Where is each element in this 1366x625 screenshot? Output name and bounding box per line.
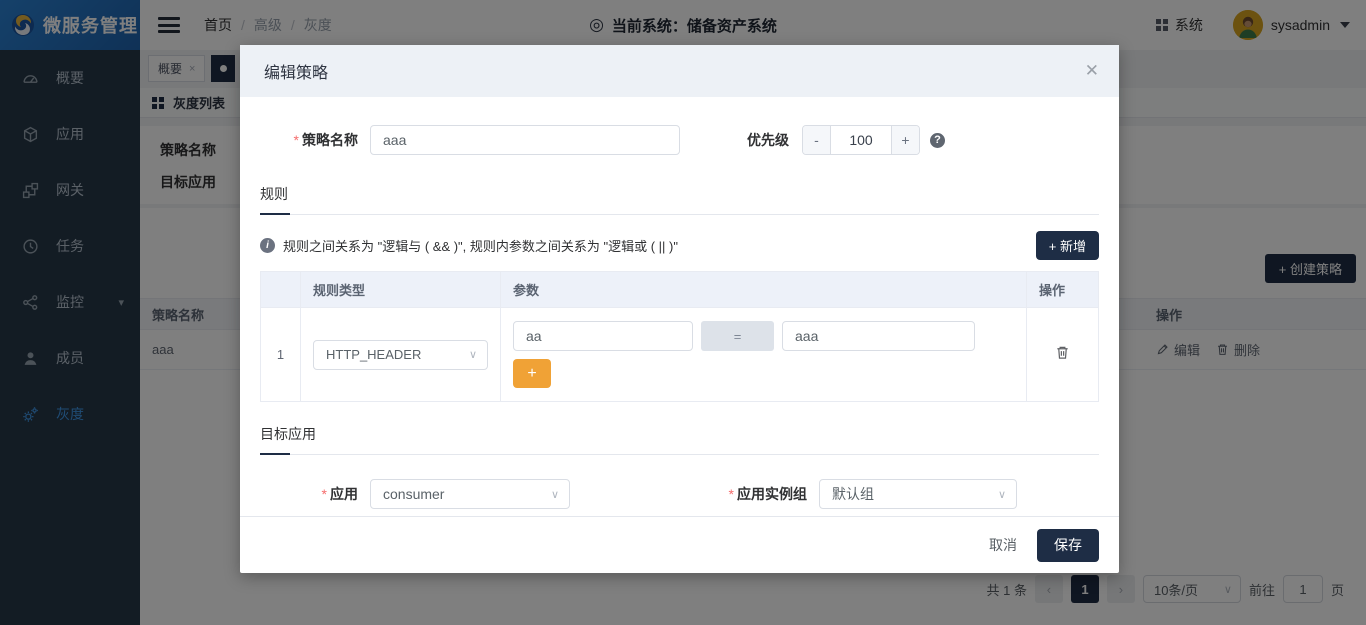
increase-button[interactable]: + bbox=[891, 126, 919, 154]
policy-name-row: *策略名称 优先级 - + ? bbox=[260, 125, 1099, 155]
required-star: * bbox=[322, 486, 327, 502]
index-column-header bbox=[261, 272, 301, 308]
required-star: * bbox=[729, 486, 734, 502]
target-section-tabs: 目标应用 bbox=[260, 424, 1099, 455]
help-icon[interactable]: ? bbox=[930, 133, 945, 148]
param-value-input[interactable] bbox=[782, 321, 975, 351]
cancel-button[interactable]: 取消 bbox=[977, 527, 1029, 563]
chevron-down-icon: ∨ bbox=[551, 488, 559, 501]
dialog-body: *策略名称 优先级 - + ? 规则 i 规则之间关系为 "逻辑与 ( && )… bbox=[240, 125, 1119, 509]
edit-policy-dialog: 编辑策略 ✕ *策略名称 优先级 - + ? 规则 i 规则之间关系为 "逻辑与… bbox=[240, 45, 1119, 573]
priority-input[interactable] bbox=[831, 126, 891, 154]
rule-row: 1 HTTP_HEADER ∨ = + bbox=[261, 308, 1099, 402]
save-button[interactable]: 保存 bbox=[1037, 529, 1099, 562]
instance-group-value: 默认组 bbox=[832, 484, 874, 504]
chevron-down-icon: ∨ bbox=[469, 348, 477, 361]
rule-type-column-header: 规则类型 bbox=[301, 272, 501, 308]
rules-section-tabs: 规则 bbox=[260, 184, 1099, 215]
rule-index: 1 bbox=[261, 308, 301, 402]
rules-table-header: 规则类型 参数 操作 bbox=[261, 272, 1099, 308]
chevron-down-icon: ∨ bbox=[998, 488, 1006, 501]
delete-rule-button[interactable] bbox=[1055, 345, 1070, 360]
rule-type-value: HTTP_HEADER bbox=[326, 347, 421, 362]
rule-type-cell: HTTP_HEADER ∨ bbox=[301, 308, 501, 402]
target-app-row: *应用 consumer ∨ *应用实例组 默认组 ∨ bbox=[260, 479, 1099, 509]
rule-action-cell bbox=[1027, 308, 1099, 402]
required-star: * bbox=[294, 132, 299, 148]
param-column-header: 参数 bbox=[501, 272, 1027, 308]
param-key-input[interactable] bbox=[513, 321, 693, 351]
add-param-button[interactable]: + bbox=[513, 359, 551, 388]
rules-hint-text: 规则之间关系为 "逻辑与 ( && )", 规则内参数之间关系为 "逻辑或 ( … bbox=[283, 236, 678, 255]
dialog-footer: 取消 保存 bbox=[240, 516, 1119, 573]
action-column-header: 操作 bbox=[1027, 272, 1099, 308]
tab-target-app[interactable]: 目标应用 bbox=[260, 424, 316, 454]
priority-label: 优先级 bbox=[747, 130, 789, 150]
trash-icon bbox=[1055, 345, 1070, 360]
instance-group-select[interactable]: 默认组 ∨ bbox=[819, 479, 1017, 509]
info-icon: i bbox=[260, 238, 275, 253]
instance-group-label: *应用实例组 bbox=[709, 484, 807, 504]
policy-name-input[interactable] bbox=[370, 125, 680, 155]
add-rule-button[interactable]: + 新增 bbox=[1036, 231, 1099, 260]
priority-stepper: - + bbox=[802, 125, 920, 155]
close-icon[interactable]: ✕ bbox=[1085, 62, 1099, 79]
app-label: *应用 bbox=[260, 484, 358, 504]
operator-select[interactable]: = bbox=[701, 321, 774, 351]
rules-table: 规则类型 参数 操作 1 HTTP_HEADER ∨ = bbox=[260, 271, 1099, 402]
tab-rules[interactable]: 规则 bbox=[260, 184, 288, 214]
app-select[interactable]: consumer ∨ bbox=[370, 479, 570, 509]
rules-hint-row: i 规则之间关系为 "逻辑与 ( && )", 规则内参数之间关系为 "逻辑或 … bbox=[260, 231, 1099, 260]
param-cell: = + bbox=[501, 308, 1027, 402]
decrease-button[interactable]: - bbox=[803, 126, 831, 154]
dialog-header: 编辑策略 bbox=[240, 45, 1119, 97]
rule-type-select[interactable]: HTTP_HEADER ∨ bbox=[313, 340, 488, 370]
param-line: = bbox=[513, 321, 1014, 351]
dialog-title: 编辑策略 bbox=[264, 59, 328, 83]
app-select-value: consumer bbox=[383, 486, 444, 502]
policy-name-label: *策略名称 bbox=[260, 130, 358, 150]
